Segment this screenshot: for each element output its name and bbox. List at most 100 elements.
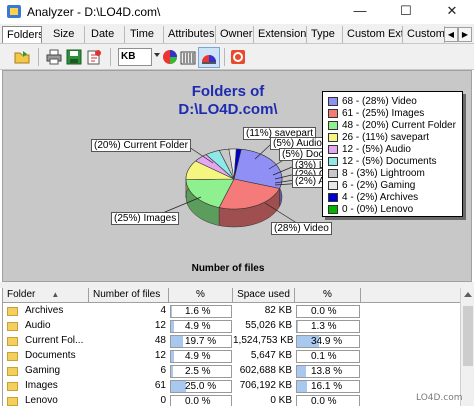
space-percent-cell: 0.0 % xyxy=(296,395,360,406)
legend-item: 68 - (28%) Video xyxy=(328,95,462,107)
files-count-cell: 0 xyxy=(160,395,166,406)
legend-label: 48 - (20%) Current Folder xyxy=(342,119,456,131)
space-used-cell: 5,647 KB xyxy=(250,350,292,361)
save-icon[interactable] xyxy=(66,49,82,65)
legend-label: 8 - (3%) Lightroom xyxy=(342,167,425,179)
column-header-space-percent[interactable]: % xyxy=(295,288,361,303)
column-header-space-used[interactable]: Space used xyxy=(233,288,295,303)
legend-swatch xyxy=(328,120,338,130)
tab-custom-type[interactable]: Custom T xyxy=(403,26,445,43)
folder-name-cell: Archives xyxy=(25,305,64,316)
toolbar-separator xyxy=(224,48,225,66)
column-header-files-percent[interactable]: % xyxy=(169,288,233,303)
print-icon[interactable] xyxy=(46,49,62,65)
callout-images: (25%) Images xyxy=(111,212,180,225)
tab-time[interactable]: Time xyxy=(126,26,164,43)
bar-chart-icon[interactable] xyxy=(180,49,196,65)
legend-label: 68 - (28%) Video xyxy=(342,95,417,107)
tab-bar: Folders Size Date Time Attributes Owner … xyxy=(0,24,474,44)
legend-item: 61 - (25%) Images xyxy=(328,107,462,119)
folder-icon xyxy=(7,382,18,391)
legend-item: 26 - (11%) savepart xyxy=(328,131,462,143)
table-row[interactable]: Current Fol... 48 19.7 % 1,524,753 KB 34.9 % xyxy=(3,334,460,349)
files-count-cell: 12 xyxy=(154,350,166,361)
table-row[interactable]: Images 61 25.0 % 706,192 KB 16.1 % xyxy=(3,379,460,394)
pie-chart-icon[interactable] xyxy=(162,49,178,65)
space-used-cell: 0 KB xyxy=(270,395,292,406)
legend-swatch xyxy=(328,168,338,178)
column-header-folder[interactable]: Folder ▲ xyxy=(3,288,89,303)
space-percent-label: 1.3 % xyxy=(311,321,337,332)
space-percent-label: 0.0 % xyxy=(311,306,337,317)
files-count-cell: 48 xyxy=(154,335,166,346)
table-row[interactable]: Audio 12 4.9 % 55,026 KB 1.3 % xyxy=(3,319,460,334)
close-icon[interactable] xyxy=(230,49,246,65)
window-title: Analyzer - D:\LO4D.com\ xyxy=(27,5,161,19)
table-header: Folder ▲ Number of files % Space used % xyxy=(3,288,460,303)
legend-swatch xyxy=(328,180,338,190)
export-icon[interactable] xyxy=(86,49,102,65)
vertical-scrollbar[interactable] xyxy=(460,288,474,406)
files-count-cell: 4 xyxy=(160,305,166,316)
folder-name-cell: Current Fol... xyxy=(25,335,84,346)
scrollbar-thumb[interactable] xyxy=(463,306,473,366)
close-window-button[interactable]: ✕ xyxy=(429,0,474,24)
files-percent-label: 2.5 % xyxy=(185,366,211,377)
legend-label: 4 - (2%) Archives xyxy=(342,191,419,203)
tab-folders[interactable]: Folders xyxy=(2,26,42,43)
space-percent-label: 13.8 % xyxy=(311,366,343,377)
space-percent-label: 34.9 % xyxy=(311,336,343,347)
title-bar: Analyzer - D:\LO4D.com\ — ☐ ✕ xyxy=(0,0,474,24)
table-row[interactable]: Gaming 6 2.5 % 602,688 KB 13.8 % xyxy=(3,364,460,379)
tab-extension[interactable]: Extension xyxy=(254,26,307,43)
files-percent-cell: 2.5 % xyxy=(170,365,232,378)
chart-title: Folders of D:\LO4D.com\ xyxy=(153,83,303,119)
open-folder-icon[interactable] xyxy=(14,49,30,65)
maximize-button[interactable]: ☐ xyxy=(383,0,429,24)
space-used-cell: 706,192 KB xyxy=(239,380,292,391)
callout-current-folder: (20%) Current Folder xyxy=(91,139,191,152)
unit-select[interactable]: KB xyxy=(118,48,152,66)
column-header-number-of-files[interactable]: Number of files xyxy=(89,288,169,303)
scroll-up-icon[interactable] xyxy=(464,292,472,297)
table-row[interactable]: Lenovo 0 0.0 % 0 KB 0.0 % xyxy=(3,394,460,406)
folder-name-cell: Gaming xyxy=(25,365,61,376)
legend-item: 12 - (5%) Documents xyxy=(328,155,462,167)
files-percent-label: 19.7 % xyxy=(185,336,217,347)
3d-chart-icon[interactable] xyxy=(201,49,217,65)
files-percent-cell: 4.9 % xyxy=(170,350,232,363)
tab-scroll-left-button[interactable]: ◀ xyxy=(444,27,458,42)
space-used-cell: 82 KB xyxy=(264,305,292,316)
tab-scroll-right-button[interactable]: ▶ xyxy=(458,27,472,42)
legend-swatch xyxy=(328,204,338,214)
tab-custom-ext[interactable]: Custom Ext. xyxy=(343,26,403,43)
space-used-cell: 1,524,753 KB xyxy=(233,335,294,346)
tab-owner[interactable]: Owner xyxy=(216,26,254,43)
chevron-down-icon[interactable] xyxy=(154,53,160,57)
folder-icon xyxy=(7,397,18,406)
space-used-cell: 602,688 KB xyxy=(239,365,292,376)
app-icon xyxy=(7,5,21,18)
folder-icon xyxy=(7,352,18,361)
folder-name-cell: Lenovo xyxy=(25,395,58,406)
tab-attributes[interactable]: Attributes xyxy=(164,26,216,43)
legend-swatch xyxy=(328,144,338,154)
legend-swatch xyxy=(328,156,338,166)
space-percent-label: 0.0 % xyxy=(311,396,337,406)
tab-date[interactable]: Date xyxy=(87,26,125,43)
table-row[interactable]: Archives 4 1.6 % 82 KB 0.0 % xyxy=(3,304,460,319)
folder-icon xyxy=(7,367,18,376)
files-count-cell: 6 xyxy=(160,365,166,376)
chart-legend: 68 - (28%) Video 61 - (25%) Images 48 - … xyxy=(322,91,463,217)
minimize-button[interactable]: — xyxy=(337,0,383,24)
legend-item: 8 - (3%) Lightroom xyxy=(328,167,462,179)
legend-swatch xyxy=(328,96,338,106)
tab-type[interactable]: Type xyxy=(307,26,343,43)
table-row[interactable]: Documents 12 4.9 % 5,647 KB 0.1 % xyxy=(3,349,460,364)
tab-size[interactable]: Size xyxy=(49,26,85,43)
legend-label: 0 - (0%) Lenovo xyxy=(342,203,414,215)
legend-item: 0 - (0%) Lenovo xyxy=(328,203,462,215)
chart-axis-label: Number of files xyxy=(191,263,265,274)
space-percent-cell: 34.9 % xyxy=(296,335,360,348)
legend-item: 4 - (2%) Archives xyxy=(328,191,462,203)
